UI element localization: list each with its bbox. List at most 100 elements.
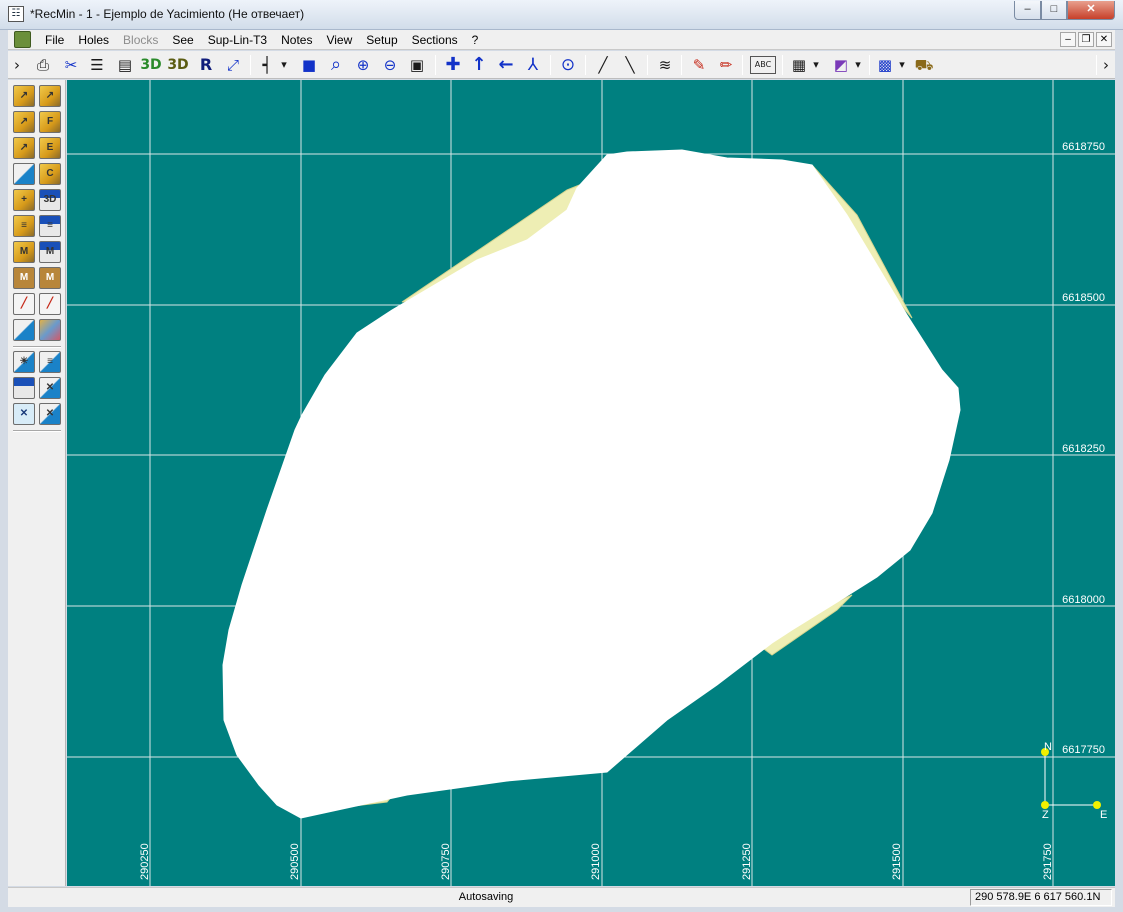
scissors-icon[interactable]: ✂ [60,54,82,76]
contour-icon[interactable]: ≋ [654,54,676,76]
cross-icon[interactable]: ✚ [442,54,464,76]
open-list-button[interactable]: ≡ [13,215,35,237]
clear-surface-button[interactable]: ✕ [39,403,61,425]
compass-origin-label: Z [1042,809,1049,821]
delete-surface-button[interactable]: ✕ [39,377,61,399]
toolbar-chevron-left-icon[interactable]: › [12,54,22,76]
toolbar-separator [742,55,743,75]
surface-list-button[interactable]: ≡ [39,351,61,373]
expand-icon[interactable]: ⤢ [222,54,244,76]
open-c-file-button[interactable]: C [39,163,61,185]
menu-sup-lin-t3[interactable]: Sup-Lin-T3 [201,30,274,50]
color-map-button[interactable] [39,319,61,341]
cursor-coordinates: 290 578.9E 6 617 560.1N [970,889,1112,906]
tree-icon[interactable]: ☰ [86,54,108,76]
print-icon[interactable]: ⎙ [32,54,54,76]
northing-label: 6617750 [1062,744,1105,756]
menu-notes[interactable]: Notes [274,30,319,50]
arrow-up-icon[interactable]: ↑ [468,54,490,76]
document-close-button[interactable]: ✕ [1096,32,1112,47]
document-restore-button[interactable]: ❐ [1078,32,1094,47]
pencil-edit-icon[interactable]: ✏ [715,54,737,76]
zoom-icon[interactable]: ⌕ [325,54,347,76]
menu-help[interactable]: ? [465,30,486,50]
pencil-icon[interactable]: ✎ [688,54,710,76]
toolbar-separator [647,55,648,75]
model-book-alt-button[interactable]: M [39,267,61,289]
open-polylines-button[interactable]: ↗ [13,111,35,133]
grid-cross-icon[interactable]: ┥ [256,54,278,76]
menu-items: File Holes Blocks See Sup-Lin-T3 Notes V… [38,30,485,50]
window-layout-icon[interactable]: ▩ [874,54,896,76]
toolbar-chevron-right-icon[interactable]: › [1100,54,1112,76]
grid-dropdown-arrow-icon[interactable]: ▾ [278,54,290,76]
grid-table-dropdown-arrow-icon[interactable]: ▾ [810,54,822,76]
save-list-button[interactable]: ≡ [39,215,61,237]
surface-light-button[interactable]: ☀ [13,351,35,373]
window-minimize-button[interactable]: – [1014,1,1041,20]
save-model-button[interactable]: M [39,241,61,263]
view-3d-button[interactable]: 3D [140,54,162,76]
document-icon[interactable] [14,31,31,48]
model-book-button[interactable]: M [13,267,35,289]
compass-east-node [1093,801,1101,809]
window-maximize-button[interactable]: □ [1041,1,1067,20]
save-surface-button[interactable] [13,377,35,399]
northing-label: 6618000 [1062,594,1105,606]
measure-angle-icon[interactable]: ╲ [619,54,641,76]
draw-line-button[interactable]: ╱ [13,293,35,315]
label-icon[interactable]: ABC [750,56,776,74]
view-3d-shaded-button[interactable]: 3D [166,54,190,76]
r-button[interactable]: R [196,54,216,76]
open-add-button[interactable]: + [13,189,35,211]
open-contours-button[interactable]: ↗ [13,137,35,159]
fill-rectangle-icon[interactable]: ■ [298,54,320,76]
measure-icon[interactable]: ╱ [592,54,614,76]
left-toolbar: ↗ ↗ ↗ F ↗ E C + 3D ≡ ≡ M M M M ╱ ╱ ☀ ≡ ✕… [8,80,66,886]
save-3d-button[interactable]: 3D [39,189,61,211]
color-dropdown-arrow-icon[interactable]: ▾ [852,54,864,76]
draw-line-alt-button[interactable]: ╱ [39,293,61,315]
window-close-button[interactable]: ✕ [1067,1,1115,20]
main-toolbar: › ⎙ ✂ ☰ ▤ 3D 3D R ⤢ ┥ ▾ ■ ⌕ ⊕ ⊖ ▣ ✚ ↑ ← … [8,51,1115,79]
toolbar-separator [435,55,436,75]
toolbar-separator [585,55,586,75]
map-view[interactable]: 6618750 6618500 6618250 6618000 6617750 … [67,80,1115,886]
menu-see[interactable]: See [165,30,200,50]
map-canvas[interactable]: 6618750 6618500 6618250 6618000 6617750 … [67,80,1115,886]
open-lines-button[interactable]: ↗ [39,85,61,107]
window-layout-dropdown-arrow-icon[interactable]: ▾ [896,54,908,76]
grid-table-icon[interactable]: ▦ [788,54,810,76]
compass-east-label: E [1100,809,1107,821]
menu-sections[interactable]: Sections [405,30,465,50]
clear-box-button[interactable]: ✕ [13,403,35,425]
ore-body[interactable] [222,149,961,819]
menu-holes[interactable]: Holes [71,30,116,50]
open-e-file-button[interactable]: E [39,137,61,159]
table-icon[interactable]: ▤ [114,54,136,76]
truck-icon[interactable]: ⛟ [912,54,936,76]
target-icon[interactable]: ⊙ [557,54,579,76]
open-surface-button[interactable] [13,163,35,185]
surface-edit-button[interactable] [13,319,35,341]
document-minimize-button[interactable]: – [1060,32,1076,47]
open-points-button[interactable]: ↗ [13,85,35,107]
zoom-in-icon[interactable]: ⊕ [352,54,374,76]
window-title: *RecMin - 1 - Ejemplo de Yacimiento (Не … [30,7,305,21]
menu-file[interactable]: File [38,30,71,50]
northing-label: 6618250 [1062,443,1105,455]
menu-setup[interactable]: Setup [359,30,404,50]
axes-icon[interactable]: ⅄ [522,54,544,76]
status-message: Autosaving [458,891,514,903]
menu-view[interactable]: View [319,30,359,50]
arrow-left-icon[interactable]: ← [494,54,518,76]
color-icon[interactable]: ◩ [830,54,852,76]
easting-label: 291750 [1042,843,1054,880]
zoom-out-icon[interactable]: ⊖ [379,54,401,76]
open-model-button[interactable]: M [13,241,35,263]
menu-blocks: Blocks [123,33,159,47]
frame-icon[interactable]: ▣ [406,54,428,76]
toolbar-separator [550,55,551,75]
open-faults-button[interactable]: F [39,111,61,133]
app-icon: ☷ [8,6,24,22]
